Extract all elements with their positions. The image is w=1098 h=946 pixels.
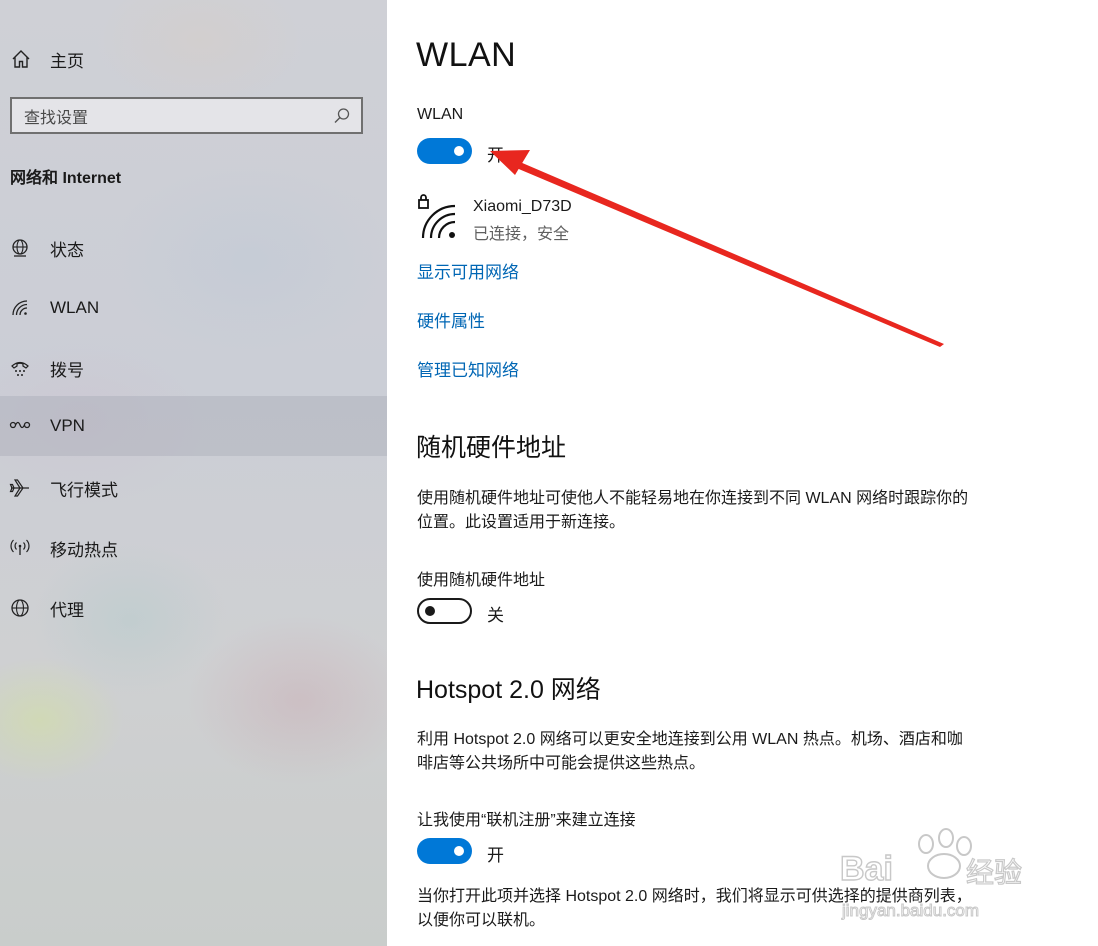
- svg-text:jingyan.baidu.com: jingyan.baidu.com: [841, 901, 979, 920]
- hotspot-toggle-state: 开: [487, 846, 504, 865]
- airplane-icon: [9, 477, 31, 499]
- sidebar: 主页 查找设置 网络和 Internet 状态 WLAN 拨号 VPN 飞行模式…: [0, 0, 387, 946]
- sidebar-item-label: 代理: [50, 600, 84, 620]
- hardware-properties-link[interactable]: 硬件属性: [417, 307, 485, 332]
- secure-wifi-icon: [418, 194, 456, 239]
- hotspot-icon: [9, 537, 31, 559]
- sidebar-item-label: 移动热点: [50, 540, 118, 560]
- sidebar-item-status[interactable]: 状态: [0, 218, 387, 278]
- hotspot-toggle[interactable]: [417, 838, 472, 864]
- sidebar-item-label: VPN: [50, 416, 85, 435]
- search-icon[interactable]: [331, 105, 353, 127]
- nav-home[interactable]: 主页: [10, 46, 84, 72]
- sidebar-item-hotspot[interactable]: 移动热点: [0, 518, 387, 578]
- sidebar-item-label: 状态: [50, 240, 84, 260]
- sidebar-item-label: WLAN: [50, 298, 100, 317]
- current-network[interactable]: Xiaomi_D73D 已连接，安全: [417, 194, 572, 244]
- baidu-jingyan-watermark: Bai 经验 jingyan.baidu.com: [839, 828, 1023, 921]
- hotspot-heading: Hotspot 2.0 网络: [416, 676, 601, 704]
- hotspot-description: 利用 Hotspot 2.0 网络可以更安全地连接到公用 WLAN 热点。机场、…: [417, 731, 963, 772]
- sidebar-item-vpn[interactable]: VPN: [0, 396, 387, 456]
- dialup-icon: [9, 357, 31, 379]
- random-hw-toggle-state: 关: [487, 606, 504, 625]
- globe-network-icon: [9, 237, 31, 259]
- svg-text:Bai: Bai: [840, 850, 893, 888]
- nav-home-label: 主页: [50, 51, 84, 71]
- sidebar-item-airplane[interactable]: 飞行模式: [0, 458, 387, 518]
- section-title: 网络和 Internet: [10, 170, 122, 187]
- svg-text:经验: 经验: [966, 856, 1022, 889]
- wlan-toggle[interactable]: [417, 138, 472, 164]
- search-input[interactable]: 查找设置: [24, 104, 331, 128]
- manage-known-networks-link[interactable]: 管理已知网络: [417, 356, 519, 381]
- show-available-networks-link[interactable]: 显示可用网络: [417, 258, 519, 283]
- search-box[interactable]: 查找设置: [10, 97, 363, 134]
- hotspot-toggle-label: 让我使用“联机注册”来建立连接: [417, 812, 636, 829]
- network-status: 已连接，安全: [473, 226, 570, 243]
- sidebar-item-label: 飞行模式: [50, 480, 118, 500]
- random-hw-toggle[interactable]: [417, 598, 472, 624]
- sidebar-item-proxy[interactable]: 代理: [0, 578, 387, 638]
- page-title: WLAN: [416, 36, 517, 74]
- home-icon: [10, 48, 32, 70]
- random-hw-toggle-label: 使用随机硬件地址: [417, 572, 546, 589]
- sidebar-item-wlan[interactable]: WLAN: [0, 278, 387, 338]
- network-name: Xiaomi_D73D: [473, 198, 572, 215]
- wlan-toggle-state: 开: [487, 146, 504, 165]
- random-hw-description: 使用随机硬件地址可使他人不能轻易地在你连接到不同 WLAN 网络时跟踪你的位置。…: [417, 490, 969, 531]
- vpn-icon: [9, 415, 31, 437]
- random-hw-heading: 随机硬件地址: [416, 434, 567, 462]
- globe-icon: [9, 597, 31, 619]
- sidebar-item-label: 拨号: [50, 360, 84, 380]
- wifi-icon: [9, 297, 31, 319]
- sidebar-item-dialup[interactable]: 拨号: [0, 338, 387, 398]
- wlan-toggle-label: WLAN: [417, 106, 464, 123]
- main-panel: WLAN WLAN 开 Xiaomi_D73D 已连接，安全 显示可用网络 硬件…: [387, 0, 1098, 946]
